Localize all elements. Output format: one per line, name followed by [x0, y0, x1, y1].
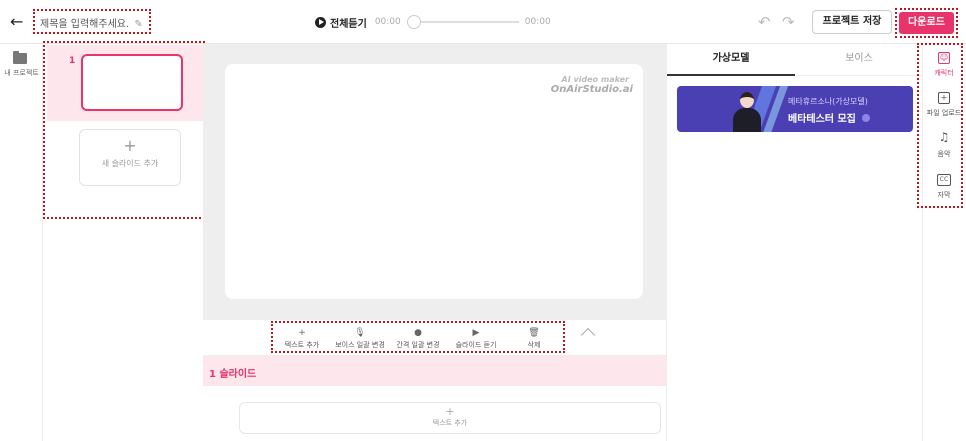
sidebar-item-label: 파일 업로드 [926, 109, 962, 117]
avatar-head [740, 92, 754, 108]
listen-slide-label: 슬라이드 듣기 [455, 341, 497, 349]
slide-section-header: 1 슬라이드 [203, 356, 666, 386]
slide-tools: + 텍스트 추가 🎙 보이스 일괄 변경 ● 간격 일괄 변경 ▶ 슬라이드 듣… [271, 321, 565, 353]
file-upload-icon: + [938, 92, 950, 104]
project-title-input[interactable]: 제목을 입력해주세요. ✎ [33, 9, 151, 34]
save-project-button[interactable]: 프로젝트 저장 [812, 10, 892, 34]
plus-icon: + [298, 328, 306, 338]
redo-icon[interactable]: ↷ [782, 13, 795, 31]
canvas-area: AI video maker OnAirStudio.ai [203, 44, 666, 320]
play-circle-icon: ▶ [472, 328, 480, 338]
promo-banner[interactable]: 메타휴르소나(가상모델) 베타테스터 모집 [677, 86, 913, 132]
add-slide-button[interactable]: + 새 슬라이드 추가 [79, 129, 181, 186]
time-end: 00:00 [524, 17, 551, 27]
sidebar-item-caption[interactable]: CC 자막 [922, 174, 966, 200]
top-bar: ← 제목을 입력해주세요. ✎ 전체듣기 00:00 00:00 ↶ ↷ 프로젝… [0, 0, 966, 44]
character-icon: ☺ [938, 52, 950, 64]
add-slide-label: 새 슬라이드 추가 [101, 159, 159, 168]
add-text-button[interactable]: + 텍스트 추가 [239, 402, 661, 434]
delete-tool[interactable]: 🗑 삭제 [505, 323, 563, 351]
trash-icon: 🗑 [528, 328, 540, 338]
slide-number: 1 [69, 56, 76, 66]
arrow-left-icon[interactable]: ← [10, 12, 23, 31]
plus-icon: + [123, 136, 137, 155]
microphone-icon: 🎙 [354, 328, 366, 338]
watermark-line1: AI video maker [561, 75, 629, 84]
listen-slide-tool[interactable]: ▶ 슬라이드 듣기 [447, 323, 505, 351]
sidebar-item-label: 캐릭터 [934, 69, 954, 77]
banner-title: 베타테스터 모집 [788, 114, 856, 125]
audio-player: 전체듣기 00:00 00:00 [315, 14, 551, 30]
slide-item[interactable]: 1 [47, 45, 203, 121]
caption-icon: CC [937, 174, 951, 186]
sidebar-item-music[interactable]: ♫ 음악 [922, 130, 966, 159]
banner-subtitle: 메타휴르소나(가상모델) [788, 97, 868, 106]
sidebar-item-label: 자막 [937, 191, 951, 199]
progress-slider[interactable] [406, 15, 519, 29]
watermark-line2: OnAirStudio.ai [550, 84, 633, 95]
gap-change-label: 간격 일괄 변경 [396, 341, 440, 349]
slider-knob[interactable] [406, 15, 421, 29]
left-rail: 내 프로젝트 [0, 44, 43, 441]
plus-icon: + [445, 405, 455, 418]
dot-icon: ● [414, 328, 422, 338]
sidebar-item-character[interactable]: ☺ 캐릭터 [922, 52, 966, 78]
sidebar-item-file-upload[interactable]: + 파일 업로드 [922, 92, 966, 118]
add-text-tool[interactable]: + 텍스트 추가 [273, 323, 331, 351]
add-text-label: 텍스트 추가 [432, 419, 468, 427]
undo-icon[interactable]: ↶ [758, 13, 771, 31]
my-projects-label[interactable]: 내 프로젝트 [0, 68, 43, 78]
sidebar-item-label: 음악 [937, 150, 951, 158]
tab-virtual-model[interactable]: 가상모델 [667, 44, 795, 76]
voice-change-tool[interactable]: 🎙 보이스 일괄 변경 [331, 323, 389, 351]
slide-canvas[interactable]: AI video maker OnAirStudio.ai [225, 64, 643, 299]
time-start: 00:00 [374, 17, 401, 27]
project-title-placeholder: 제목을 입력해주세요. [40, 19, 130, 30]
tab-voice[interactable]: 보이스 [795, 44, 923, 76]
download-button-outline: 다운로드 [895, 8, 958, 38]
pencil-icon: ✎ [134, 19, 143, 30]
voice-change-label: 보이스 일괄 변경 [335, 341, 385, 349]
slide-text-area: + 텍스트 추가 [203, 386, 666, 441]
delete-label: 삭제 [527, 341, 541, 349]
play-all-label[interactable]: 전체듣기 [330, 15, 367, 30]
slides-list: 1 + 새 슬라이드 추가 [43, 41, 205, 219]
play-icon[interactable] [315, 16, 326, 28]
right-panel: 가상모델 보이스 메타휴르소나(가상모델) 베타테스터 모집 [666, 44, 923, 441]
slide-section-title: 1 슬라이드 [209, 369, 257, 380]
slide-thumbnail[interactable] [81, 54, 183, 111]
banner-dot [862, 114, 870, 122]
gap-change-tool[interactable]: ● 간격 일괄 변경 [389, 323, 447, 351]
music-icon: ♫ [938, 130, 950, 144]
download-button[interactable]: 다운로드 [899, 12, 954, 34]
avatar-body [733, 108, 761, 132]
add-text-tool-label: 텍스트 추가 [284, 341, 320, 349]
avatar [733, 90, 761, 132]
folder-icon[interactable] [13, 51, 27, 64]
